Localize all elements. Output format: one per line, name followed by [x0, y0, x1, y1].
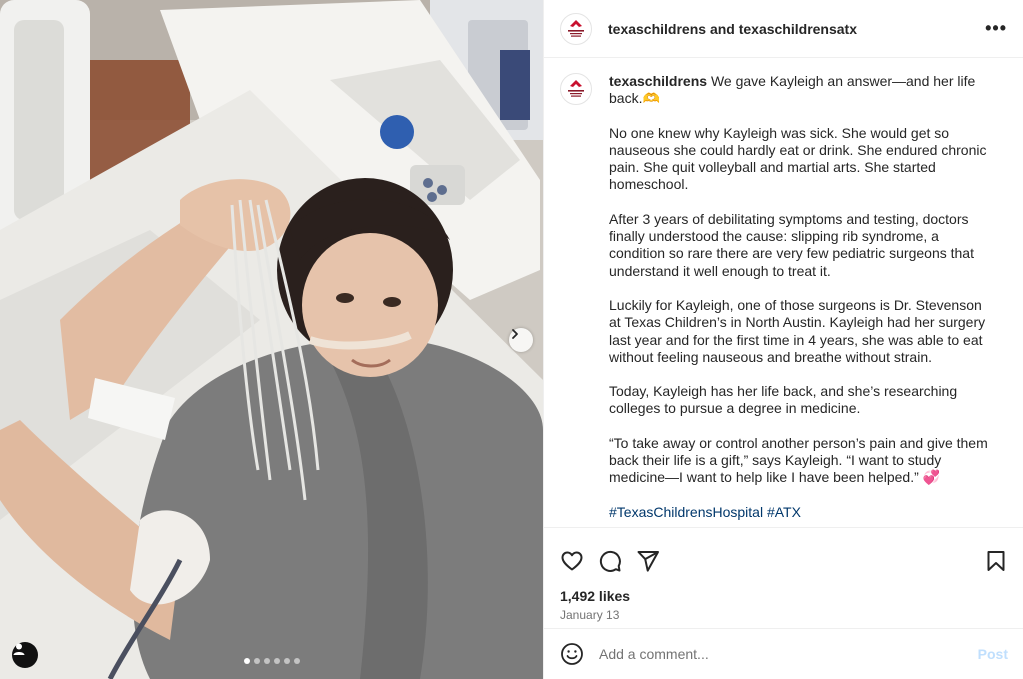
caption-paragraph: After 3 years of debilitating symptoms a… [609, 210, 974, 279]
carousel-dot [293, 658, 300, 664]
photo-illustration [0, 0, 543, 679]
hearts-emoji: 💞 [922, 469, 941, 486]
post-photo [0, 0, 543, 679]
post-date: January 13 [560, 608, 620, 622]
caption-paragraph: Luckily for Kayleigh, one of those surge… [609, 296, 986, 365]
caption-username[interactable]: texaschildrens [609, 73, 707, 89]
tagged-users-button[interactable] [12, 642, 38, 668]
comment-form: Post [544, 628, 1023, 679]
chevron-right-icon [512, 329, 518, 339]
caption-section: texaschildrens We gave Kayleigh an answe… [544, 59, 1023, 527]
share-button[interactable] [636, 549, 660, 573]
caption-quote: “To take away or control another person’… [609, 435, 994, 487]
post-actions: 1,492 likes January 13 [544, 527, 1023, 627]
caption-avatar[interactable] [560, 73, 592, 105]
comment-button[interactable] [598, 549, 622, 573]
caption-paragraph: No one knew why Kayleigh was sick. She w… [609, 124, 987, 193]
save-button[interactable] [984, 549, 1008, 573]
carousel-dot [253, 658, 260, 664]
texas-childrens-logo-icon [568, 80, 584, 97]
texas-childrens-logo-icon [568, 19, 584, 37]
carousel-dot [283, 658, 290, 664]
next-slide-button[interactable] [509, 328, 533, 352]
carousel-dot [243, 658, 250, 664]
comment-bubble-icon [599, 550, 621, 572]
comment-input[interactable] [599, 646, 978, 662]
account-avatar[interactable] [560, 12, 592, 45]
post-header: texaschildrens and texaschildrensatx ••• [544, 0, 1023, 58]
user-tag-icon [13, 643, 25, 655]
emoji-picker-button[interactable] [560, 642, 584, 666]
caption-hashtags: #TexasChildrensHospital #ATX [609, 504, 994, 521]
caption-paragraph: Today, Kayleigh has her life back, and s… [609, 383, 958, 417]
carousel-dot [263, 658, 270, 664]
caption-text: texaschildrens We gave Kayleigh an answe… [609, 73, 994, 521]
heart-hands-emoji: 🫶 [642, 90, 660, 107]
post-sidebar: texaschildrens and texaschildrensatx •••… [543, 0, 1023, 679]
hashtag-link[interactable]: #ATX [767, 504, 801, 520]
carousel-dot [273, 658, 280, 664]
like-button[interactable] [560, 549, 584, 573]
carousel-dots [0, 658, 543, 664]
post-comment-button[interactable]: Post [978, 646, 1008, 662]
paper-plane-icon [637, 551, 659, 572]
hashtag-link[interactable]: #TexasChildrensHospital [609, 504, 763, 520]
likes-count[interactable]: 1,492 likes [544, 580, 1023, 604]
more-options-button[interactable]: ••• [985, 18, 1007, 39]
bookmark-icon [987, 551, 1005, 571]
smiley-icon [561, 643, 583, 665]
post-header-title[interactable]: texaschildrens and texaschildrensatx [608, 21, 985, 37]
heart-icon [561, 551, 583, 571]
